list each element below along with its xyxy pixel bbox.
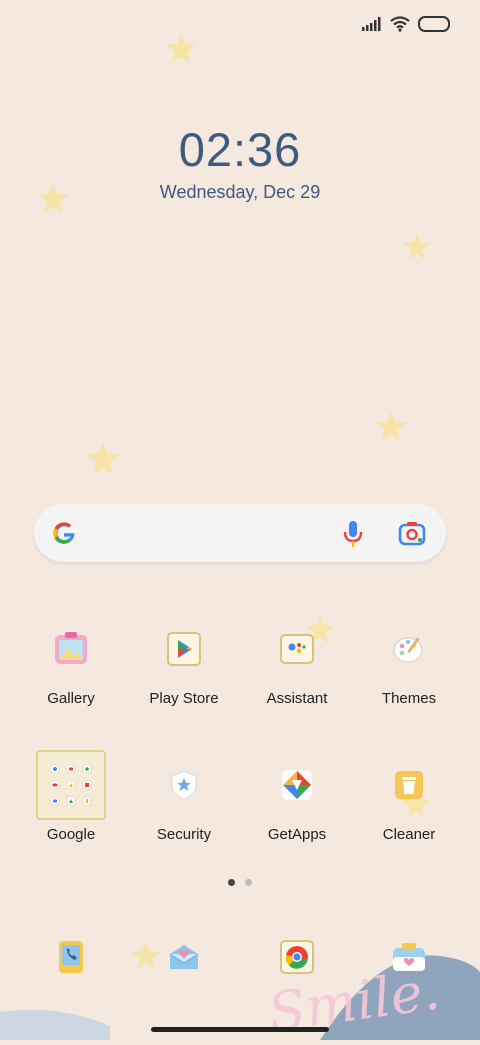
cleaner-icon: [374, 750, 444, 820]
gallery-icon: [36, 614, 106, 684]
status-bar: [362, 16, 450, 32]
star-decoration-icon: [376, 412, 406, 441]
google-folder-icon: [36, 750, 106, 820]
themes-icon: [374, 614, 444, 684]
wifi-icon: [390, 16, 410, 32]
app-label: Play Store: [149, 690, 219, 707]
app-security[interactable]: Security: [128, 750, 240, 843]
google-logo-icon: [53, 522, 75, 544]
dock-camera[interactable]: [353, 922, 465, 992]
messages-icon: [149, 922, 219, 992]
assistant-icon: [262, 614, 332, 684]
clock-time[interactable]: 02:36: [0, 122, 480, 177]
phone-icon: [36, 922, 106, 992]
app-label: Google: [46, 826, 96, 843]
app-label: Themes: [381, 690, 437, 707]
google-search-bar[interactable]: [34, 504, 446, 562]
app-assistant[interactable]: Assistant: [241, 614, 353, 707]
dock-chrome[interactable]: [241, 922, 353, 992]
battery-icon: [418, 16, 450, 32]
app-cleaner[interactable]: Cleaner: [353, 750, 465, 843]
app-label: GetApps: [267, 826, 327, 843]
star-decoration-icon: [166, 34, 196, 63]
app-themes[interactable]: Themes: [353, 614, 465, 707]
star-decoration-icon: [403, 233, 431, 260]
camera-icon: [374, 922, 444, 992]
star-decoration-icon: [86, 442, 120, 475]
lens-camera-icon[interactable]: [398, 520, 426, 546]
app-google-folder[interactable]: Google: [15, 750, 127, 843]
voice-search-icon[interactable]: [342, 519, 364, 549]
chrome-icon: [262, 922, 332, 992]
getapps-icon: [262, 750, 332, 820]
page-dot[interactable]: [245, 879, 252, 886]
app-play-store[interactable]: Play Store: [128, 614, 240, 707]
security-icon: [149, 750, 219, 820]
dock-messages[interactable]: [128, 922, 240, 992]
signal-icon: [362, 17, 381, 31]
app-label: Gallery: [47, 690, 95, 707]
play-store-icon: [149, 614, 219, 684]
app-label: Security: [156, 826, 212, 843]
app-getapps[interactable]: GetApps: [241, 750, 353, 843]
dock-phone[interactable]: [15, 922, 127, 992]
home-gesture-bar[interactable]: [151, 1027, 329, 1032]
app-gallery[interactable]: Gallery: [15, 614, 127, 707]
app-label: Cleaner: [382, 826, 436, 843]
page-indicator[interactable]: [228, 879, 252, 886]
app-label: Assistant: [266, 690, 328, 707]
clock-date[interactable]: Wednesday, Dec 29: [0, 182, 480, 203]
page-dot-active[interactable]: [228, 879, 235, 886]
